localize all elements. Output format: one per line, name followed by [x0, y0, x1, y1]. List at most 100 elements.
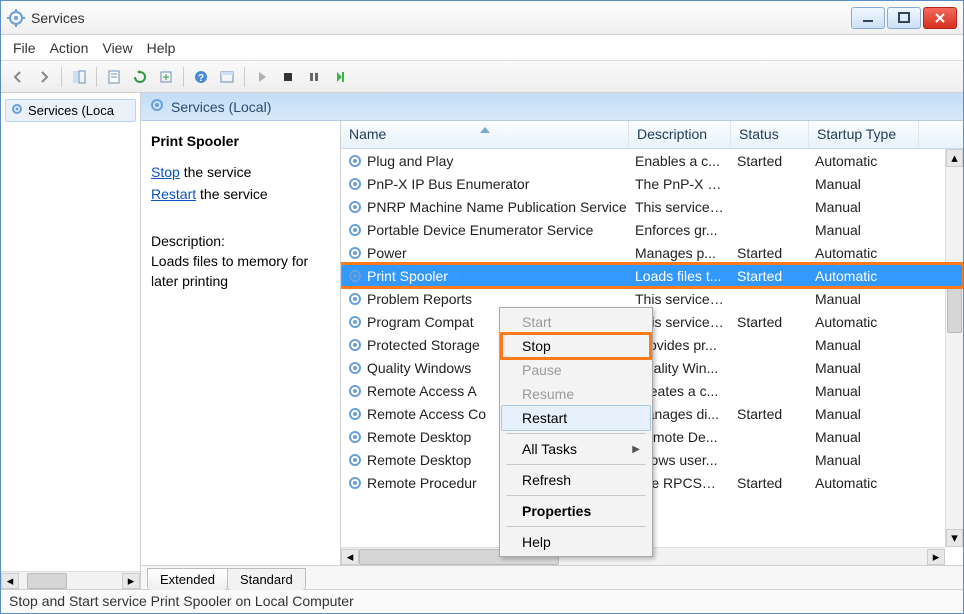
body: Services (Loca ◂ ▸ Services (Local) Prin…	[1, 93, 963, 589]
service-name: Portable Device Enumerator Service	[367, 222, 593, 238]
service-startup-type: Manual	[809, 360, 919, 376]
minimize-button[interactable]	[851, 7, 885, 29]
menu-refresh[interactable]: Refresh	[502, 468, 650, 492]
menu-all-tasks[interactable]: All Tasks▶	[502, 437, 650, 461]
menu-properties[interactable]: Properties	[502, 499, 650, 523]
service-name: Remote Procedur	[367, 475, 477, 491]
back-button[interactable]	[7, 66, 29, 88]
stop-service-button[interactable]	[277, 66, 299, 88]
stop-link[interactable]: Stop	[151, 164, 180, 180]
scroll-left-icon[interactable]: ◂	[1, 573, 19, 589]
service-startup-type: Automatic	[809, 153, 919, 169]
service-row[interactable]: Portable Device Enumerator ServiceEnforc…	[341, 218, 963, 241]
menu-file[interactable]: File	[13, 40, 36, 56]
service-status: Started	[731, 406, 809, 422]
gear-icon	[149, 97, 165, 116]
gear-icon	[347, 452, 363, 468]
service-description: This service ...	[629, 291, 731, 307]
service-row[interactable]: PNRP Machine Name Publication ServiceThi…	[341, 195, 963, 218]
column-name[interactable]: Name	[341, 121, 629, 148]
gear-icon	[347, 337, 363, 353]
titlebar: Services	[1, 1, 963, 35]
gear-icon	[347, 268, 363, 284]
refresh-button[interactable]	[129, 66, 151, 88]
restart-link[interactable]: Restart	[151, 186, 196, 202]
gear-icon	[347, 406, 363, 422]
scroll-right-icon[interactable]: ▸	[122, 573, 140, 589]
service-startup-type: Manual	[809, 429, 919, 445]
selected-service-name: Print Spooler	[151, 133, 330, 149]
gear-icon	[347, 383, 363, 399]
tree-panel: Services (Loca ◂ ▸	[1, 93, 141, 589]
gear-icon	[347, 475, 363, 491]
vertical-scrollbar[interactable]: ▴ ▾	[945, 149, 963, 547]
tab-extended[interactable]: Extended	[147, 568, 228, 590]
service-description: This service ...	[629, 199, 731, 215]
service-name: Quality Windows	[367, 360, 471, 376]
service-status: Started	[731, 245, 809, 261]
service-row[interactable]: Plug and PlayEnables a c...StartedAutoma…	[341, 149, 963, 172]
restart-suffix: the service	[196, 186, 268, 202]
gear-icon	[347, 291, 363, 307]
panel-header: Services (Local)	[141, 93, 963, 121]
scrollbar-thumb[interactable]	[27, 573, 67, 589]
menu-separator	[506, 464, 646, 465]
column-status[interactable]: Status	[731, 121, 809, 148]
menu-start: Start	[502, 310, 650, 334]
toolbar: ?	[1, 61, 963, 93]
gear-icon	[347, 429, 363, 445]
show-hide-tree-button[interactable]	[68, 66, 90, 88]
pause-service-button[interactable]	[303, 66, 325, 88]
scroll-down-icon[interactable]: ▾	[946, 529, 963, 547]
submenu-arrow-icon: ▶	[632, 444, 640, 455]
gear-icon	[347, 153, 363, 169]
service-startup-type: Manual	[809, 406, 919, 422]
menu-separator	[506, 526, 646, 527]
service-row[interactable]: Print SpoolerLoads files t...StartedAuto…	[341, 264, 963, 287]
menu-separator	[506, 433, 646, 434]
forward-button[interactable]	[33, 66, 55, 88]
description-label: Description:	[151, 233, 330, 249]
menu-help[interactable]: Help	[502, 530, 650, 554]
tree-item-services[interactable]: Services (Loca	[5, 99, 136, 122]
scroll-up-icon[interactable]: ▴	[946, 149, 963, 167]
service-startup-type: Manual	[809, 291, 919, 307]
service-status: Started	[731, 475, 809, 491]
menu-restart[interactable]: Restart	[501, 405, 651, 431]
scroll-right-icon[interactable]: ▸	[927, 549, 945, 565]
service-status: Started	[731, 268, 809, 284]
column-description[interactable]: Description	[629, 121, 731, 148]
maximize-button[interactable]	[887, 7, 921, 29]
service-startup-type: Manual	[809, 222, 919, 238]
service-row[interactable]: PowerManages p...StartedAutomatic	[341, 241, 963, 264]
service-name: PnP-X IP Bus Enumerator	[367, 176, 529, 192]
tab-standard[interactable]: Standard	[227, 568, 306, 590]
window-controls	[851, 7, 957, 29]
service-startup-type: Manual	[809, 337, 919, 353]
panel-title: Services (Local)	[171, 99, 271, 115]
menu-stop[interactable]: Stop	[502, 334, 650, 358]
properties-button[interactable]	[103, 66, 125, 88]
gear-icon	[10, 102, 24, 119]
help-button[interactable]: ?	[190, 66, 212, 88]
menu-help[interactable]: Help	[147, 40, 176, 56]
service-name: Print Spooler	[367, 268, 448, 284]
restart-service-button[interactable]	[329, 66, 351, 88]
menu-view[interactable]: View	[102, 40, 132, 56]
start-service-button[interactable]	[251, 66, 273, 88]
column-startup-type[interactable]: Startup Type	[809, 121, 919, 148]
gear-icon	[347, 176, 363, 192]
tree-horizontal-scrollbar[interactable]: ◂ ▸	[1, 571, 140, 589]
close-button[interactable]	[923, 7, 957, 29]
menu-action[interactable]: Action	[50, 40, 89, 56]
show-hide-action-button[interactable]	[216, 66, 238, 88]
service-startup-type: Manual	[809, 199, 919, 215]
services-window: Services File Action View Help ?	[0, 0, 964, 614]
service-description: Manages p...	[629, 245, 731, 261]
tab-bar: Extended Standard	[141, 565, 963, 589]
service-row[interactable]: PnP-X IP Bus EnumeratorThe PnP-X b...Man…	[341, 172, 963, 195]
service-startup-type: Manual	[809, 383, 919, 399]
scroll-left-icon[interactable]: ◂	[341, 549, 359, 565]
export-button[interactable]	[155, 66, 177, 88]
service-name: Remote Desktop	[367, 429, 471, 445]
